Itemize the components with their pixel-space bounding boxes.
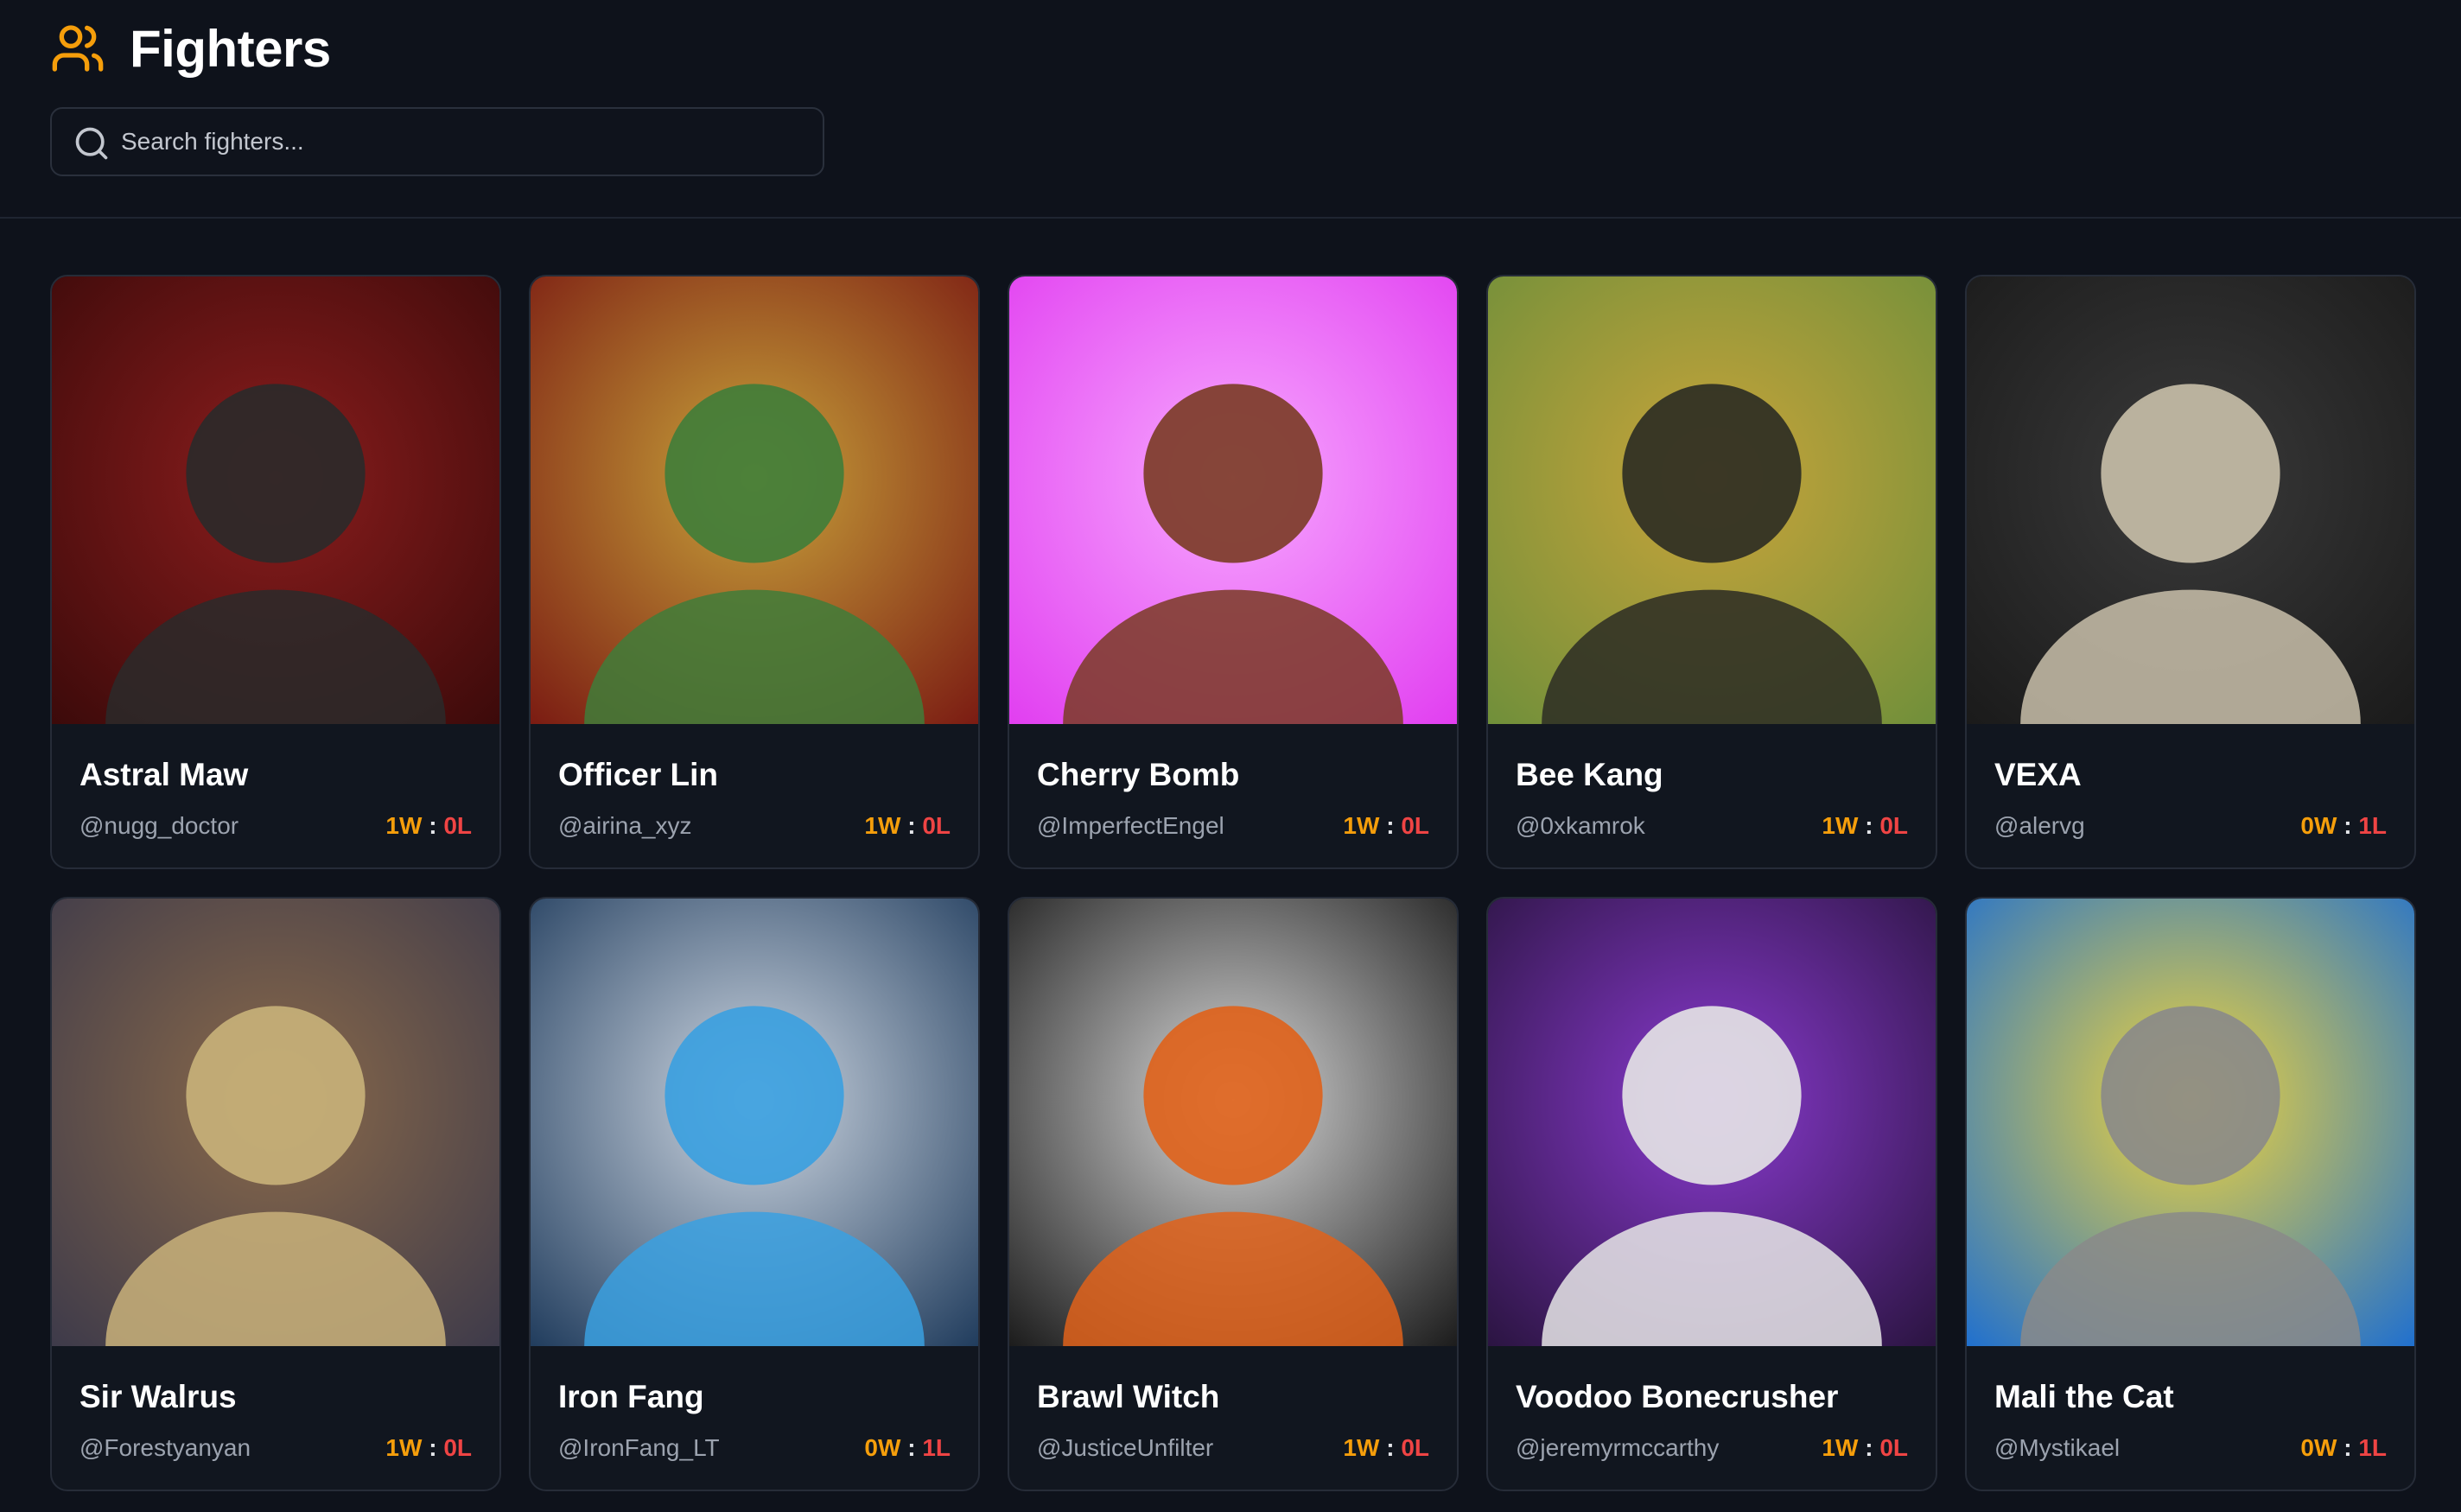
win-loss-record: 0W : 1L (2300, 1434, 2387, 1462)
record-separator: : (900, 812, 923, 839)
title-row: Fighters (50, 17, 331, 79)
record-separator: : (2337, 1434, 2359, 1461)
fighter-card[interactable]: Mali the Cat @Mystikael 0W : 1L (1965, 897, 2416, 1491)
win-loss-record: 1W : 0L (864, 812, 951, 840)
fighter-card[interactable]: Brawl Witch @JusticeUnfilter 1W : 0L (1008, 897, 1459, 1491)
fighter-name: Sir Walrus (79, 1379, 237, 1414)
losses-count: 0L (1879, 812, 1908, 839)
record-separator: : (1858, 812, 1880, 839)
wins-count: 1W (1343, 812, 1380, 839)
losses-count: 0L (1401, 1434, 1429, 1461)
fighter-portrait (531, 899, 978, 1346)
win-loss-record: 1W : 0L (385, 1434, 472, 1462)
fighter-name: Voodoo Bonecrusher (1516, 1379, 1839, 1414)
record-separator: : (900, 1434, 923, 1461)
fighter-portrait (1009, 276, 1457, 724)
record-separator: : (1858, 1434, 1880, 1461)
wins-count: 1W (1822, 812, 1859, 839)
fighter-handle: @airina_xyz (558, 812, 692, 839)
fighter-name: Officer Lin (558, 757, 719, 792)
losses-count: 0L (443, 1434, 472, 1461)
fighter-name: Astral Maw (79, 757, 249, 792)
page-title: Fighters (130, 19, 331, 78)
search-box[interactable] (50, 107, 824, 176)
fighter-portrait (531, 276, 978, 724)
losses-count: 1L (2358, 1434, 2387, 1461)
win-loss-record: 1W : 0L (1822, 812, 1908, 840)
win-loss-record: 0W : 1L (864, 1434, 951, 1462)
fighter-handle: @Forestyanyan (79, 1434, 251, 1461)
losses-count: 0L (1879, 1434, 1908, 1461)
win-loss-record: 1W : 0L (1343, 1434, 1429, 1462)
fighter-card[interactable]: Bee Kang @0xkamrok 1W : 0L (1486, 275, 1937, 869)
losses-count: 0L (1401, 812, 1429, 839)
fighter-handle: @IronFang_LT (558, 1434, 720, 1461)
fighter-name: Iron Fang (558, 1379, 704, 1414)
fighter-portrait (1009, 899, 1457, 1346)
wins-count: 0W (864, 1434, 901, 1461)
fighters-grid: Astral Maw @nugg_doctor 1W : 0L Officer Lin… (50, 275, 2416, 1491)
fighter-name: Mali the Cat (1994, 1379, 2174, 1414)
fighter-handle: @0xkamrok (1516, 812, 1645, 839)
wins-count: 0W (2300, 812, 2337, 839)
fighter-handle: @alervg (1994, 812, 2085, 839)
fighter-portrait (52, 276, 499, 724)
fighter-handle: @JusticeUnfilter (1037, 1434, 1214, 1461)
page-header: Fighters (0, 0, 2461, 219)
record-separator: : (1379, 812, 1402, 839)
fighter-card[interactable]: Astral Maw @nugg_doctor 1W : 0L (50, 275, 501, 869)
win-loss-record: 1W : 0L (385, 812, 472, 840)
fighter-card[interactable]: Voodoo Bonecrusher @jeremyrmccarthy 1W : 0… (1486, 897, 1937, 1491)
fighter-card[interactable]: Sir Walrus @Forestyanyan 1W : 0L (50, 897, 501, 1491)
fighter-name: VEXA (1994, 757, 2082, 792)
record-separator: : (1379, 1434, 1402, 1461)
fighter-portrait (1967, 276, 2414, 724)
losses-count: 0L (443, 812, 472, 839)
fighter-handle: @nugg_doctor (79, 812, 239, 839)
fighter-card[interactable]: Iron Fang @IronFang_LT 0W : 1L (529, 897, 980, 1491)
losses-count: 1L (2358, 812, 2387, 839)
wins-count: 1W (385, 1434, 423, 1461)
fighter-portrait (52, 899, 499, 1346)
win-loss-record: 0W : 1L (2300, 812, 2387, 840)
search-icon (75, 127, 108, 160)
win-loss-record: 1W : 0L (1343, 812, 1429, 840)
wins-count: 1W (1822, 1434, 1859, 1461)
wins-count: 1W (1343, 1434, 1380, 1461)
fighter-handle: @ImperfectEngel (1037, 812, 1224, 839)
fighter-handle: @Mystikael (1994, 1434, 2121, 1461)
record-separator: : (422, 812, 444, 839)
fighter-handle: @jeremyrmccarthy (1516, 1434, 1720, 1461)
wins-count: 1W (385, 812, 423, 839)
fighter-portrait (1967, 899, 2414, 1346)
record-separator: : (2337, 812, 2359, 839)
losses-count: 1L (922, 1434, 951, 1461)
fighter-card[interactable]: Officer Lin @airina_xyz 1W : 0L (529, 275, 980, 869)
fighter-card[interactable]: Cherry Bomb @ImperfectEngel 1W : 0L (1008, 275, 1459, 869)
users-icon (52, 25, 104, 72)
fighter-name: Cherry Bomb (1037, 757, 1240, 792)
fighter-portrait (1488, 899, 1936, 1346)
losses-count: 0L (922, 812, 951, 839)
fighter-name: Bee Kang (1516, 757, 1663, 792)
wins-count: 1W (864, 812, 901, 839)
record-separator: : (422, 1434, 444, 1461)
win-loss-record: 1W : 0L (1822, 1434, 1908, 1462)
wins-count: 0W (2300, 1434, 2337, 1461)
search-input[interactable] (121, 109, 812, 175)
fighter-card[interactable]: VEXA @alervg 0W : 1L (1965, 275, 2416, 869)
fighter-portrait (1488, 276, 1936, 724)
fighter-name: Brawl Witch (1037, 1379, 1220, 1414)
